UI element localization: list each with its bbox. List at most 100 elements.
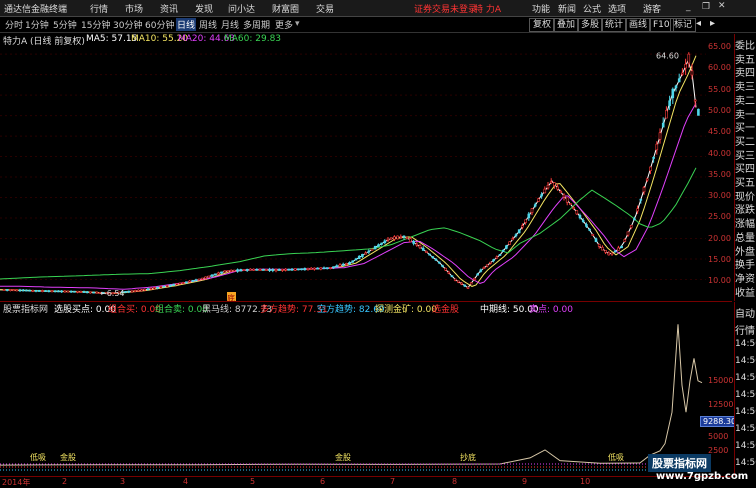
restore-icon[interactable]: ❐ bbox=[702, 2, 710, 12]
menu-item-function[interactable]: 功能 bbox=[532, 2, 550, 15]
candle-body bbox=[540, 194, 543, 197]
candle-body bbox=[345, 263, 348, 265]
menu-item-ask[interactable]: 问小达 bbox=[228, 2, 255, 15]
tab-5min[interactable]: 5分钟 bbox=[52, 18, 78, 31]
login-warning[interactable]: 证券交易未登录 bbox=[414, 2, 477, 15]
candle-body bbox=[652, 157, 655, 159]
minimize-icon[interactable]: _ bbox=[686, 2, 691, 12]
price-tick: 60.00 bbox=[708, 63, 731, 73]
indicator-header: 股票指标网 选股买点: 0.00 组合买: 0.00 组合卖: 0.00 黑马线… bbox=[0, 302, 732, 315]
pane-divider[interactable] bbox=[0, 301, 732, 302]
candle-body bbox=[284, 268, 287, 271]
time-tick: 7 bbox=[390, 477, 396, 486]
candle-body bbox=[217, 272, 220, 275]
candle-body bbox=[156, 286, 159, 289]
candle-body bbox=[361, 253, 364, 258]
candle-body bbox=[357, 255, 361, 259]
candle-body bbox=[575, 210, 579, 215]
candle-body bbox=[591, 234, 595, 236]
menu-item-market[interactable]: 市场 bbox=[125, 2, 143, 15]
candle-body bbox=[146, 288, 150, 291]
candle-body bbox=[207, 275, 211, 278]
draw-line-button[interactable]: 画线 bbox=[625, 18, 652, 32]
candle-body bbox=[655, 143, 659, 151]
candle-body bbox=[431, 256, 435, 259]
menu-item-trade[interactable]: 交易 bbox=[316, 2, 334, 15]
candle-body bbox=[613, 250, 617, 253]
tab-time-sharing[interactable]: 分时 bbox=[4, 18, 24, 31]
time-tick: 3 bbox=[120, 477, 126, 486]
price-tick: 35.00 bbox=[708, 169, 731, 179]
candle-body bbox=[268, 269, 271, 271]
tab-30min[interactable]: 30分钟 bbox=[112, 18, 143, 31]
menu-item-discover[interactable]: 发现 bbox=[195, 2, 213, 15]
candle-body bbox=[229, 269, 233, 272]
candle-body bbox=[281, 268, 284, 271]
left-arrow-icon[interactable]: ◂ bbox=[696, 18, 701, 29]
candle-body bbox=[428, 253, 431, 256]
candle-body bbox=[137, 289, 140, 292]
rights-adjust-button[interactable]: 复权 bbox=[529, 18, 556, 32]
price-tick: 55.00 bbox=[708, 84, 731, 94]
mark-button[interactable]: 标记 bbox=[670, 18, 697, 32]
tab-more[interactable]: 更多 bbox=[274, 18, 294, 31]
candle-body bbox=[133, 290, 137, 292]
candle-body bbox=[620, 245, 623, 249]
candle-body bbox=[47, 290, 51, 293]
chevron-down-icon[interactable]: ▾ bbox=[295, 19, 300, 29]
tab-15min[interactable]: 15分钟 bbox=[80, 18, 111, 31]
indicator-chart[interactable]: 低吸 金股 抄底 低吸 金股 bbox=[0, 314, 706, 476]
menu-item-wealth[interactable]: 财富圈 bbox=[272, 2, 299, 15]
app-title: 通达信金融终端 bbox=[4, 5, 68, 15]
overlay-button[interactable]: 叠加 bbox=[553, 18, 580, 32]
candle-body bbox=[604, 250, 607, 253]
tab-daily[interactable]: 日线 bbox=[176, 18, 197, 31]
candle-body bbox=[402, 235, 406, 238]
candle-body bbox=[549, 181, 553, 184]
right-arrow-icon[interactable]: ▸ bbox=[710, 18, 715, 29]
signal-label: 低吸 bbox=[30, 452, 46, 462]
tick-label: 自动 bbox=[735, 309, 755, 320]
candle-body bbox=[287, 268, 291, 271]
candle-body bbox=[671, 88, 675, 99]
candle-body bbox=[434, 258, 438, 261]
statistics-button[interactable]: 统计 bbox=[601, 18, 628, 32]
tab-multi-period[interactable]: 多周期 bbox=[242, 18, 271, 31]
menu-item-quotes[interactable]: 行情 bbox=[90, 2, 108, 15]
candle-body bbox=[572, 207, 575, 209]
candle-body bbox=[313, 267, 316, 270]
candle-body bbox=[485, 264, 489, 267]
menu-item-guest[interactable]: 游客 bbox=[643, 2, 661, 15]
menu-item-options[interactable]: 选项 bbox=[608, 2, 626, 15]
tab-weekly[interactable]: 周线 bbox=[198, 18, 218, 31]
candle-body bbox=[421, 247, 425, 251]
candle-body bbox=[409, 238, 412, 243]
candle-body bbox=[57, 290, 60, 293]
tick-label: 14:50 bbox=[735, 339, 756, 349]
candle-body bbox=[41, 290, 44, 292]
candle-body bbox=[169, 284, 172, 287]
tab-1min[interactable]: 1分钟 bbox=[24, 18, 50, 31]
stock-chip[interactable]: 特 力A bbox=[474, 2, 501, 15]
candle-body bbox=[553, 182, 556, 186]
candle-body bbox=[697, 108, 700, 116]
indicator-tick: 5000 bbox=[708, 432, 729, 441]
candle-body bbox=[213, 273, 217, 276]
tick-label: 行情 bbox=[735, 326, 755, 337]
candle-body bbox=[73, 290, 76, 293]
tab-monthly[interactable]: 月线 bbox=[220, 18, 240, 31]
tab-60min[interactable]: 60分钟 bbox=[144, 18, 175, 31]
candle-body bbox=[633, 218, 636, 221]
candle-body bbox=[626, 231, 630, 236]
close-icon[interactable]: ✕ bbox=[718, 1, 726, 11]
multi-stock-button[interactable]: 多股 bbox=[577, 18, 604, 32]
candle-body bbox=[197, 278, 201, 281]
candlestick-chart[interactable]: 64.60←6.54底 bbox=[0, 46, 706, 302]
menu-item-news[interactable]: 资讯 bbox=[160, 2, 178, 15]
menu-item-headlines[interactable]: 新闻 bbox=[558, 2, 576, 15]
candle-body bbox=[425, 251, 428, 253]
candle-body bbox=[684, 63, 687, 69]
watermark-logo: 股票指标网 bbox=[648, 454, 711, 472]
series-ma60-line bbox=[0, 167, 697, 280]
menu-item-formula[interactable]: 公式 bbox=[583, 2, 601, 15]
